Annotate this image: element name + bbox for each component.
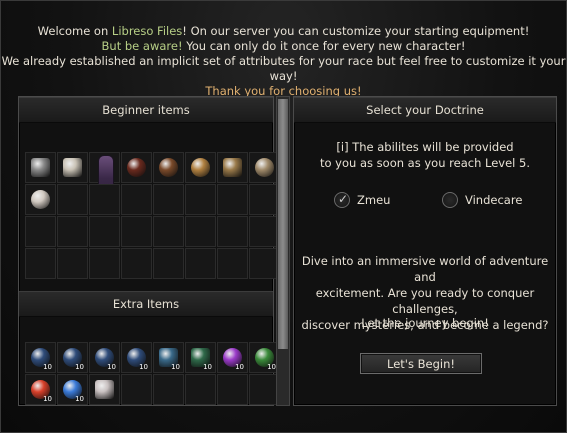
doctrine-option-zmeu[interactable]: ✓ Zmeu bbox=[334, 192, 390, 208]
boots-icon bbox=[223, 158, 242, 177]
beginner-item-slot[interactable] bbox=[153, 216, 184, 247]
beginner-item-slot[interactable] bbox=[25, 248, 56, 279]
items-scrollbar[interactable] bbox=[276, 96, 290, 406]
beginner-item-slot[interactable] bbox=[25, 152, 56, 183]
beginner-item-slot[interactable] bbox=[57, 216, 88, 247]
beginner-item-slot[interactable] bbox=[217, 216, 248, 247]
welcome-line-1: Welcome on Libreso Files! On our server … bbox=[37, 24, 530, 38]
beginner-item-slot[interactable] bbox=[25, 216, 56, 247]
extra-item-slot[interactable]: 10 bbox=[89, 342, 120, 373]
extra-item-slot[interactable] bbox=[153, 374, 184, 405]
item-quantity: 10 bbox=[43, 363, 52, 371]
extra-item-slot[interactable]: 10 bbox=[217, 342, 248, 373]
ring-icon bbox=[191, 158, 210, 177]
welcome-message: Welcome on Libreso Files! On our server … bbox=[0, 24, 567, 99]
doctrine-option-vindecare[interactable]: Vindecare bbox=[442, 192, 522, 208]
welcome-line-3: We already established an implicit set o… bbox=[1, 54, 566, 83]
extra-item-slot[interactable] bbox=[89, 374, 120, 405]
server-name: Libreso Files bbox=[111, 24, 183, 38]
bone-charm-icon bbox=[95, 380, 114, 399]
hat-icon bbox=[127, 158, 146, 177]
scrollbar-thumb[interactable] bbox=[278, 99, 288, 349]
beginner-item-slot[interactable] bbox=[185, 248, 216, 279]
item-quantity: 10 bbox=[171, 363, 180, 371]
beginner-item-slot[interactable] bbox=[57, 184, 88, 215]
beginner-item-slot[interactable] bbox=[185, 184, 216, 215]
beginner-item-slot[interactable] bbox=[89, 216, 120, 247]
item-quantity: 10 bbox=[107, 363, 116, 371]
extra-items-grid: 10 10 10 10 10 10 10 10 10 10 bbox=[25, 342, 280, 405]
beginner-item-slot[interactable] bbox=[89, 184, 120, 215]
beginner-item-slot[interactable] bbox=[25, 184, 56, 215]
extra-item-slot[interactable] bbox=[185, 374, 216, 405]
beginner-item-slot[interactable] bbox=[121, 152, 152, 183]
beginner-item-slot[interactable] bbox=[121, 248, 152, 279]
beginner-item-slot[interactable] bbox=[57, 248, 88, 279]
doctrine-info: [i] The abilites will be provided to you… bbox=[319, 140, 530, 170]
checkmark-icon: ✓ bbox=[338, 192, 349, 206]
option-label-vindecare: Vindecare bbox=[465, 193, 523, 207]
option-label-zmeu: Zmeu bbox=[357, 193, 391, 207]
earring-icon bbox=[31, 190, 50, 209]
beginner-item-slot[interactable] bbox=[121, 216, 152, 247]
beginner-items-header: Beginner items bbox=[19, 97, 273, 123]
beginner-item-slot[interactable] bbox=[153, 184, 184, 215]
beginner-item-slot[interactable] bbox=[185, 216, 216, 247]
extra-item-slot[interactable]: 10 bbox=[57, 374, 88, 405]
item-quantity: 10 bbox=[203, 363, 212, 371]
necklace-icon bbox=[255, 158, 274, 177]
shield-icon bbox=[159, 158, 178, 177]
beginner-item-slot[interactable] bbox=[185, 152, 216, 183]
beginner-item-slot[interactable] bbox=[57, 152, 88, 183]
item-quantity: 10 bbox=[75, 395, 84, 403]
pipe-icon bbox=[31, 158, 50, 177]
extra-item-slot[interactable]: 10 bbox=[153, 342, 184, 373]
journey-text: Let the journey begin! bbox=[361, 316, 489, 330]
items-panel: Beginner items Extra Items 10 10 10 10 10 10 1… bbox=[18, 96, 280, 406]
fan-icon bbox=[63, 158, 82, 177]
warning-text: But be aware! bbox=[101, 39, 183, 53]
extra-item-slot[interactable]: 10 bbox=[57, 342, 88, 373]
beginner-item-slot[interactable] bbox=[153, 152, 184, 183]
doctrine-panel: Select your Doctrine [i] The abilites wi… bbox=[293, 96, 557, 406]
item-quantity: 10 bbox=[43, 395, 52, 403]
welcome-line-2: But be aware! You can only do it once fo… bbox=[101, 39, 466, 53]
extra-item-slot[interactable]: 10 bbox=[185, 342, 216, 373]
beginner-item-slot[interactable] bbox=[89, 152, 120, 213]
beginner-items-grid bbox=[25, 152, 280, 279]
radio-vindecare[interactable] bbox=[442, 192, 458, 208]
item-quantity: 10 bbox=[75, 363, 84, 371]
beginner-item-slot[interactable] bbox=[121, 184, 152, 215]
beginner-item-slot[interactable] bbox=[217, 152, 248, 183]
beginner-item-slot[interactable] bbox=[217, 248, 248, 279]
extra-item-slot[interactable]: 10 bbox=[25, 374, 56, 405]
extra-item-slot[interactable] bbox=[217, 374, 248, 405]
item-quantity: 10 bbox=[235, 363, 244, 371]
radio-zmeu[interactable]: ✓ bbox=[334, 192, 350, 208]
item-quantity: 10 bbox=[267, 363, 276, 371]
beginner-item-slot[interactable] bbox=[217, 184, 248, 215]
lets-begin-button[interactable]: Let's Begin! bbox=[360, 353, 482, 374]
beginner-item-slot[interactable] bbox=[153, 248, 184, 279]
extra-item-slot[interactable]: 10 bbox=[121, 342, 152, 373]
extra-items-header: Extra Items bbox=[19, 291, 273, 317]
extra-item-slot[interactable]: 10 bbox=[25, 342, 56, 373]
extra-item-slot[interactable] bbox=[121, 374, 152, 405]
doctrine-header: Select your Doctrine bbox=[294, 97, 556, 123]
item-quantity: 10 bbox=[139, 363, 148, 371]
beginner-item-slot[interactable] bbox=[89, 248, 120, 279]
